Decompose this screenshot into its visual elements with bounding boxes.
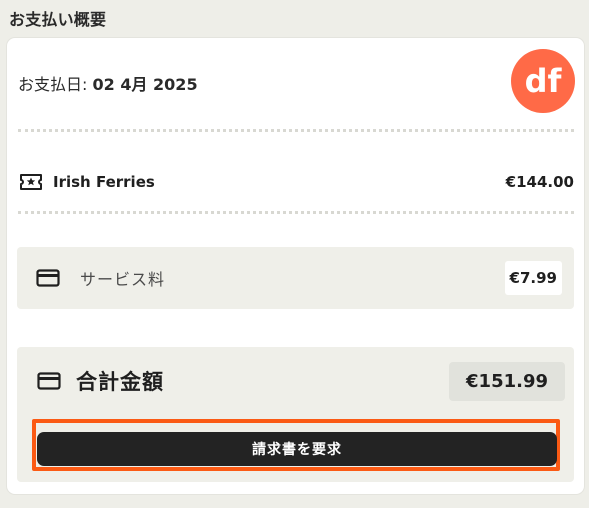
- request-invoice-button[interactable]: 請求書を要求: [37, 432, 557, 466]
- ticket-price: €144.00: [505, 173, 574, 191]
- ticket-line-item: Irish Ferries €144.00: [18, 168, 574, 196]
- df-logo-text: df: [525, 62, 563, 100]
- service-fee-label: サービス料: [80, 270, 166, 289]
- total-row: 合計金額 €151.99: [17, 360, 574, 402]
- payment-date: お支払日: 02 4月 2025: [18, 71, 198, 95]
- total-label: 合計金額: [76, 370, 164, 394]
- df-logo: df: [511, 49, 575, 113]
- payment-date-value: 02 4月 2025: [92, 75, 198, 94]
- total-section: 合計金額 €151.99 請求書を要求: [17, 347, 574, 482]
- dotted-divider: [18, 211, 574, 214]
- service-fee-amount: €7.99: [504, 261, 562, 295]
- total-amount: €151.99: [449, 361, 565, 401]
- section-title: お支払い概要: [9, 10, 107, 29]
- credit-card-icon: [37, 372, 61, 390]
- ticket-star-icon: [19, 172, 43, 192]
- payment-date-label: お支払日:: [18, 75, 88, 94]
- service-fee-row: サービス料 €7.99: [17, 247, 574, 309]
- payment-summary-card: お支払日: 02 4月 2025 df Irish Ferries €144.0…: [7, 38, 584, 494]
- dotted-divider: [18, 129, 574, 132]
- ticket-operator-name: Irish Ferries: [53, 173, 155, 191]
- df-logo-mark: df: [525, 62, 563, 100]
- credit-card-icon: [36, 269, 60, 287]
